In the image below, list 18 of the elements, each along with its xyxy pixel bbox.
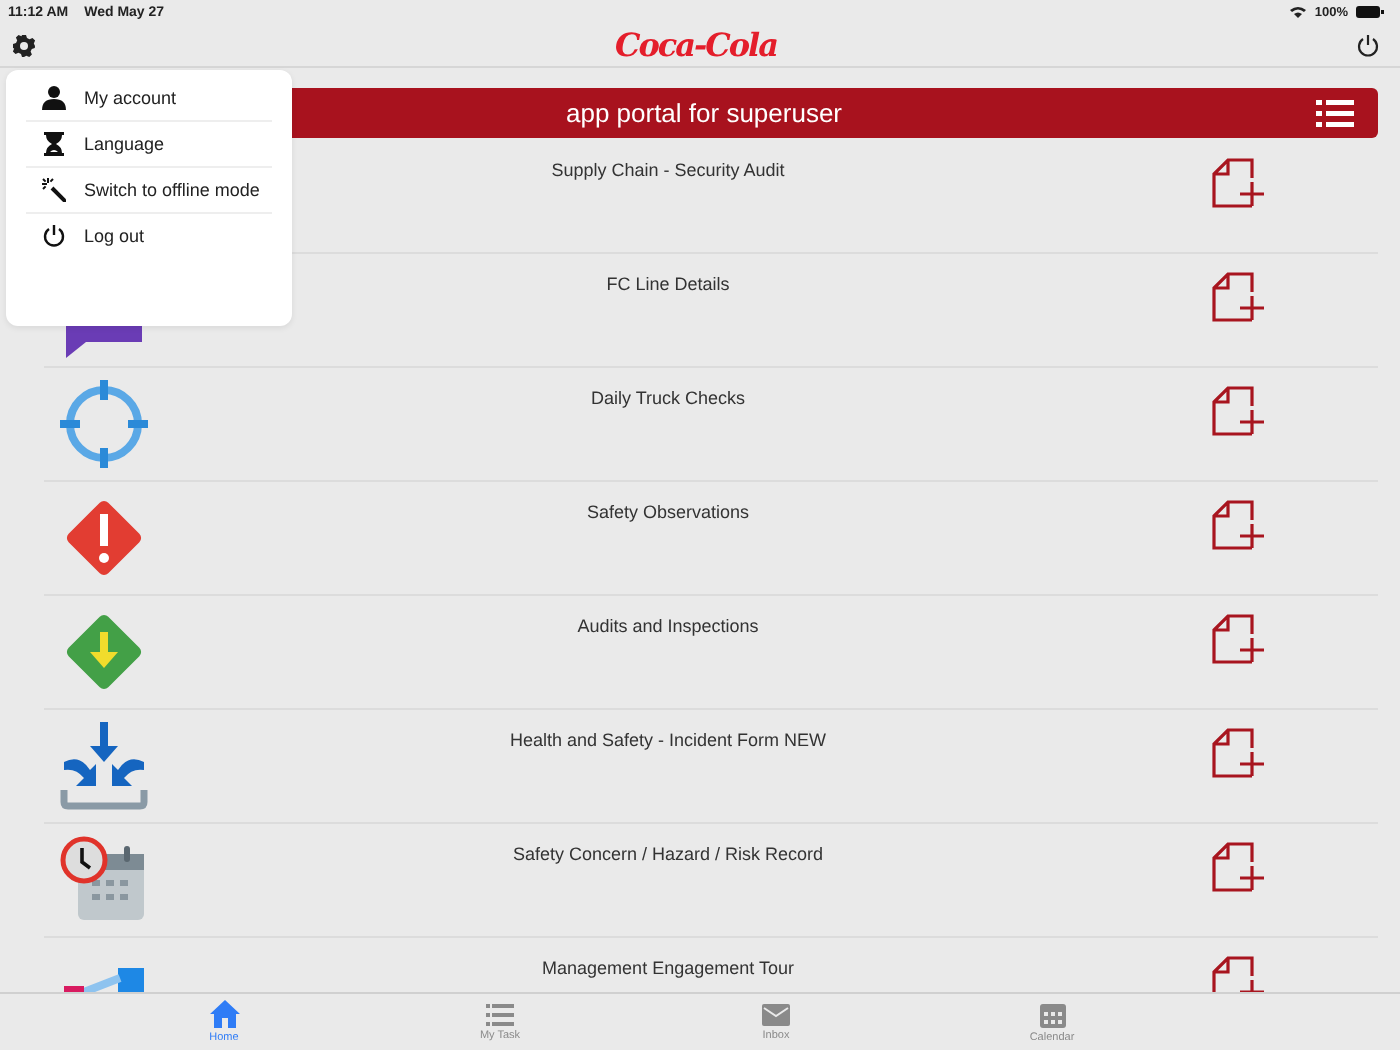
menu-item[interactable]: Switch to offline mode bbox=[26, 168, 272, 214]
form-title: Safety Observations bbox=[584, 500, 752, 522]
form-title: Supply Chain - Security Audit bbox=[549, 158, 787, 180]
form-row[interactable]: Safety Observations bbox=[44, 482, 1378, 596]
form-row[interactable]: Health and Safety - Incident Form NEW bbox=[44, 710, 1378, 824]
form-row[interactable]: Audits and Inspections bbox=[44, 596, 1378, 710]
banner-title: app portal for superuser bbox=[565, 98, 843, 128]
brand-logo: Coca-Cola bbox=[614, 26, 777, 64]
menu-item[interactable]: My account bbox=[26, 76, 272, 122]
form-title: Health and Safety - Incident Form NEW bbox=[507, 728, 829, 750]
form-title: Management Engagement Tour bbox=[540, 956, 796, 978]
form-row[interactable]: Safety Concern / Hazard / Risk Record bbox=[44, 824, 1378, 938]
menu-item[interactable]: Language bbox=[26, 122, 272, 168]
form-title: Audits and Inspections bbox=[575, 614, 761, 636]
form-title: Daily Truck Checks bbox=[588, 386, 748, 408]
form-title: FC Line Details bbox=[604, 272, 732, 294]
form-title: Safety Concern / Hazard / Risk Record bbox=[510, 842, 826, 864]
form-row[interactable]: Daily Truck Checks bbox=[44, 368, 1378, 482]
